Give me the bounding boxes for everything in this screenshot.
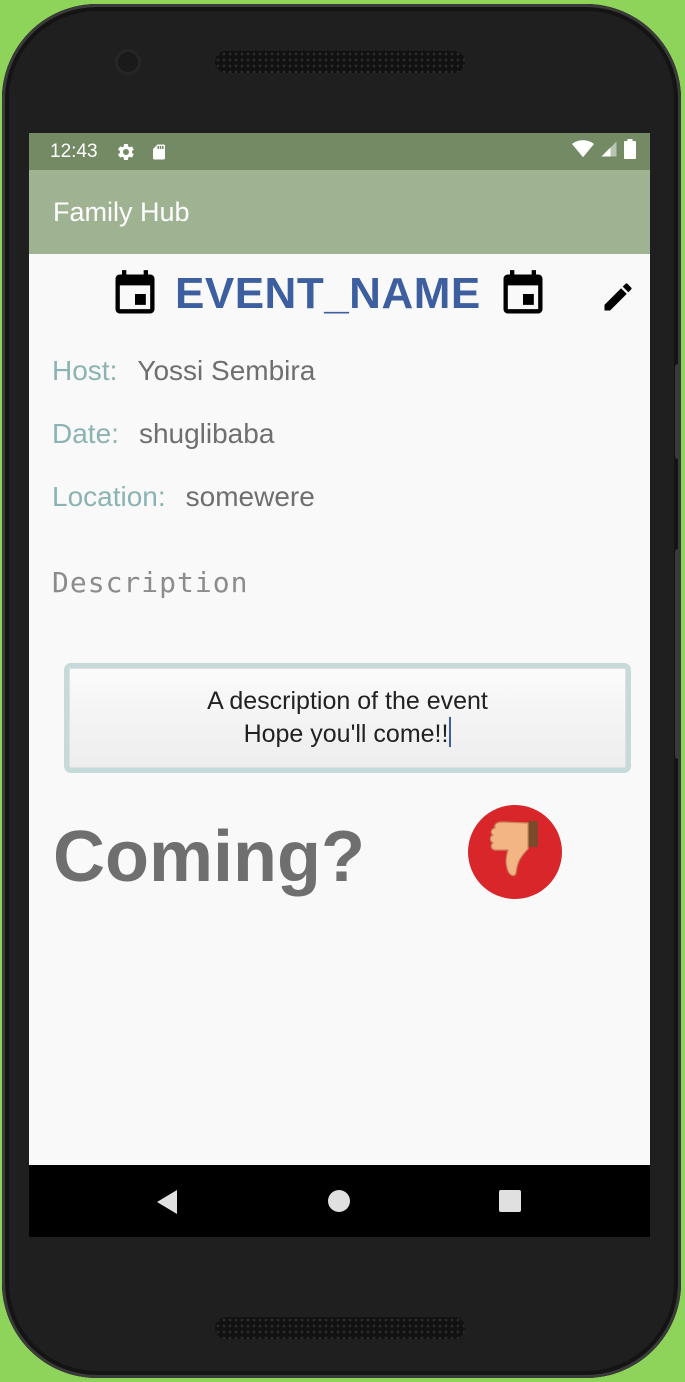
status-bar: 12:43 <box>29 133 650 170</box>
edit-pencil-icon[interactable] <box>600 279 636 315</box>
power-button <box>675 549 681 759</box>
event-details: EVENT_NAME Host: Yossi Sembira Date: shugl… <box>29 254 650 1165</box>
signal-icon <box>600 140 618 164</box>
text-cursor <box>449 717 452 747</box>
thumbs-down-icon <box>486 819 544 886</box>
location-value: somewere <box>185 481 315 512</box>
date-label: Date: <box>52 418 119 449</box>
bottom-speaker <box>215 1317 465 1339</box>
calendar-icon <box>109 268 161 320</box>
rsvp-toggle-button[interactable] <box>468 805 562 899</box>
app-bar: Family Hub <box>29 170 650 254</box>
home-icon[interactable] <box>328 1190 350 1212</box>
location-field: Location: somewere <box>52 481 315 513</box>
app-title: Family Hub <box>53 196 190 227</box>
earpiece-speaker <box>215 51 465 73</box>
wifi-icon <box>572 139 594 165</box>
description-line-2: Hope you'll come!! <box>243 720 449 748</box>
status-time: 12:43 <box>50 140 98 162</box>
host-value: Yossi Sembira <box>137 355 316 386</box>
description-label: Description <box>52 566 249 599</box>
coming-label: Coming? <box>53 817 365 897</box>
settings-icon <box>116 142 136 162</box>
calendar-icon <box>497 268 549 320</box>
recents-icon[interactable] <box>499 1190 521 1212</box>
host-label: Host: <box>52 355 118 386</box>
location-label: Location: <box>52 481 166 512</box>
battery-icon <box>624 138 636 165</box>
sd-card-icon <box>150 142 168 162</box>
date-value: shuglibaba <box>138 418 275 449</box>
host-field: Host: Yossi Sembira <box>52 355 315 387</box>
date-field: Date: shuglibaba <box>52 418 274 450</box>
event-title-row: EVENT_NAME <box>109 268 549 320</box>
navigation-bar <box>29 1165 650 1237</box>
screen: 12:43 Family Hub EVENT_NAME Host: Yossi … <box>29 133 650 1237</box>
back-icon[interactable] <box>155 1189 179 1220</box>
description-line-1: A description of the event <box>207 687 488 715</box>
front-camera <box>118 52 138 72</box>
event-title: EVENT_NAME <box>175 269 481 318</box>
volume-button <box>675 364 681 459</box>
description-box[interactable]: A description of the event Hope you'll c… <box>64 663 631 773</box>
